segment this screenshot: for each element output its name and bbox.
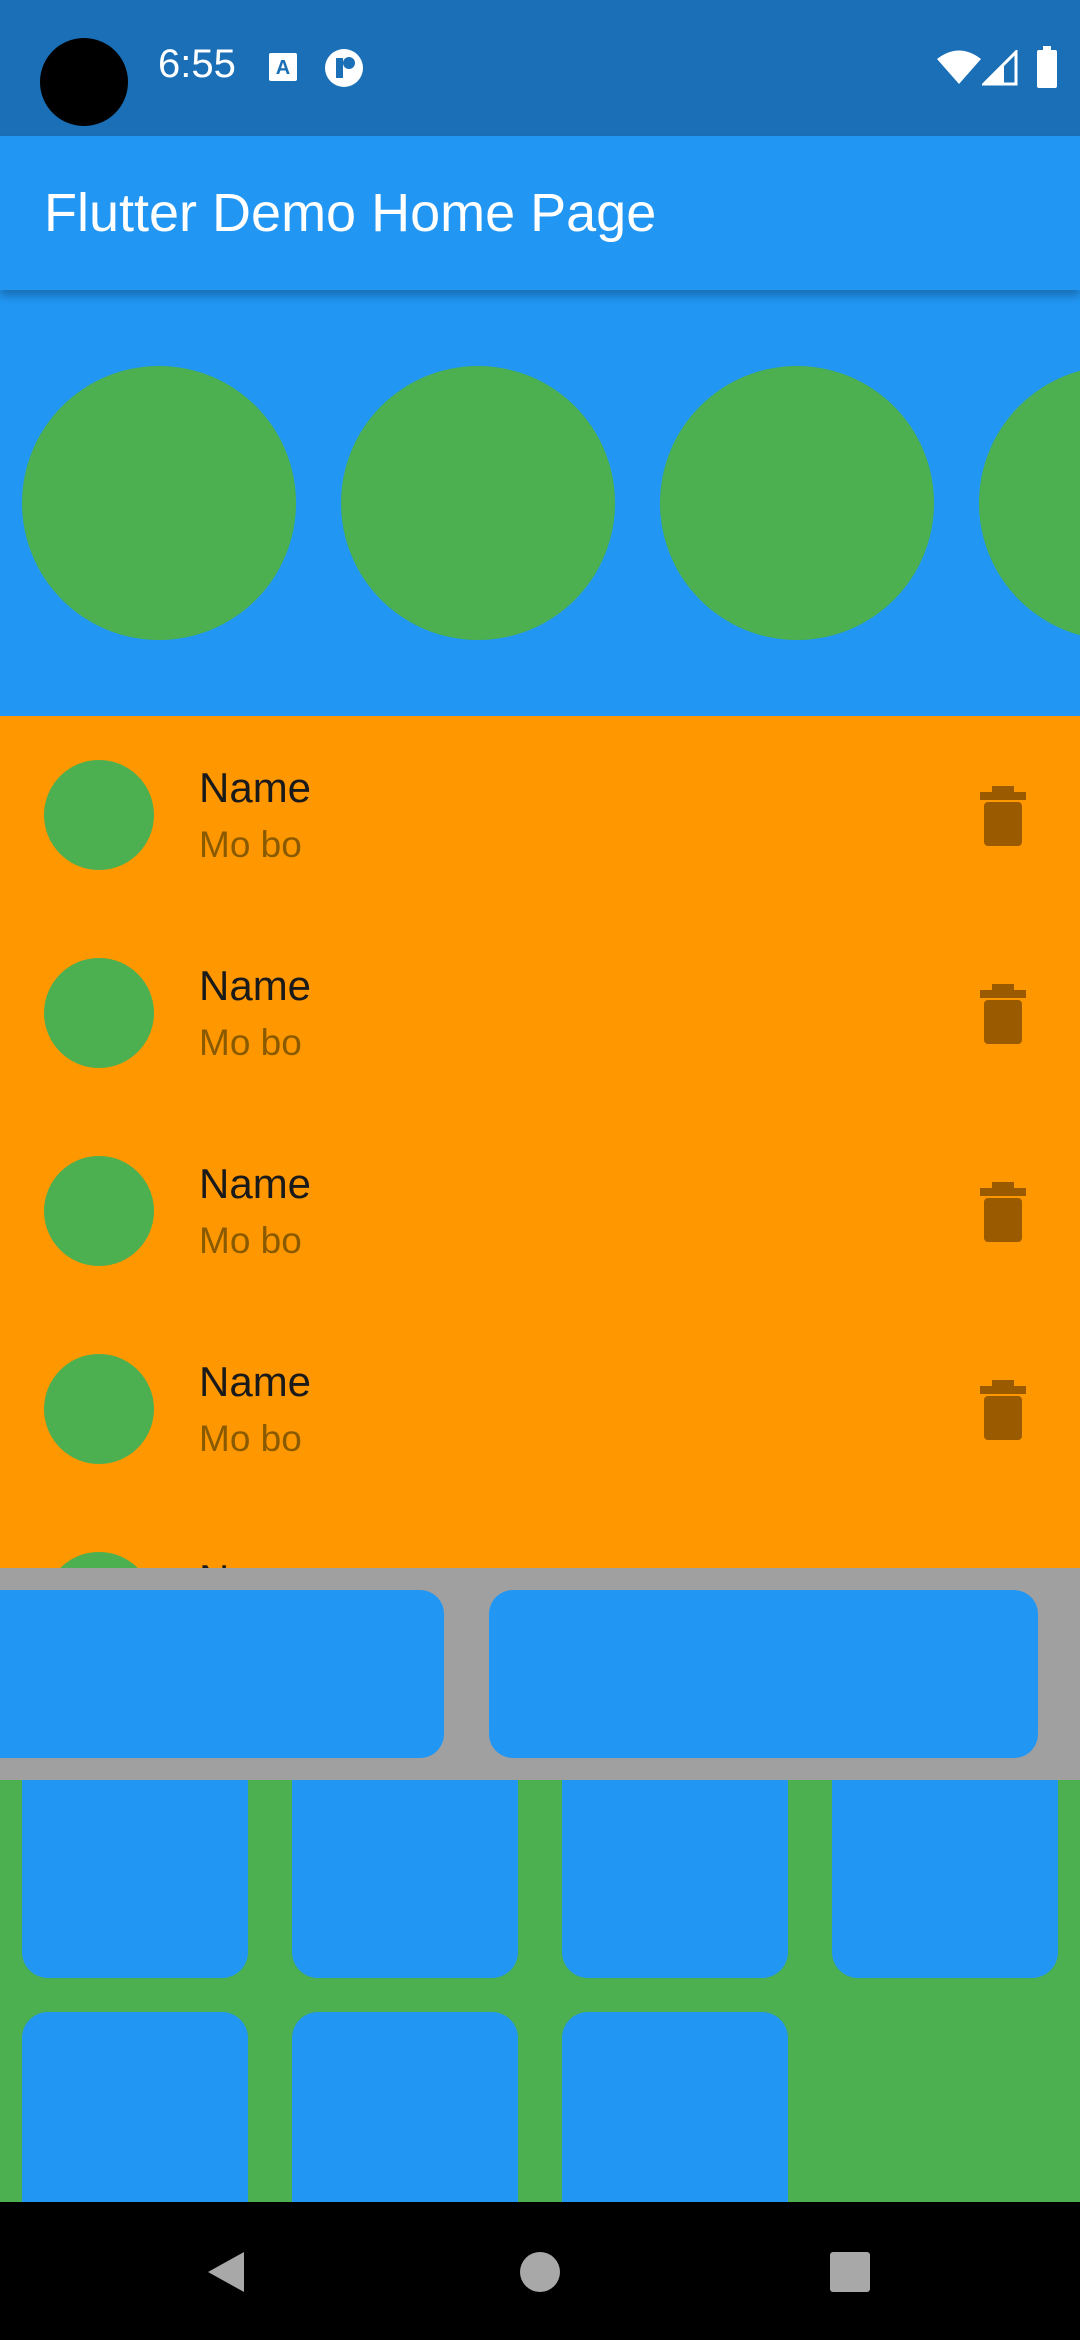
grid-tile[interactable] xyxy=(22,2012,248,2202)
carousel-circle[interactable] xyxy=(341,366,615,640)
avatar xyxy=(44,1156,154,1266)
list-item[interactable]: Name Mo bo xyxy=(0,1112,1080,1310)
list-item[interactable]: Name Mo bo xyxy=(0,914,1080,1112)
grid-tile[interactable] xyxy=(22,1780,248,1978)
camera-cutout xyxy=(40,38,128,126)
list-item[interactable]: Name Mo bo xyxy=(0,716,1080,914)
circle-carousel[interactable] xyxy=(0,290,1080,716)
item-title: Name xyxy=(199,962,312,1009)
list-item[interactable]: Name xyxy=(0,1508,1080,1568)
action-button[interactable] xyxy=(0,1590,444,1758)
action-button[interactable] xyxy=(489,1590,1038,1758)
item-title: Name xyxy=(199,1160,312,1207)
page-title: Flutter Demo Home Page xyxy=(44,183,657,243)
item-subtitle: Mo bo xyxy=(199,1220,302,1261)
avatar xyxy=(44,1354,154,1464)
item-subtitle: Mo bo xyxy=(199,1022,302,1063)
back-icon[interactable] xyxy=(166,2204,286,2340)
grid-tile[interactable] xyxy=(562,1780,788,1978)
delete-icon[interactable] xyxy=(978,984,1028,1044)
grid-tile[interactable] xyxy=(292,2012,518,2202)
wifi-icon xyxy=(937,50,981,84)
accessibility-a-icon: A xyxy=(269,53,297,81)
carousel-circle[interactable] xyxy=(22,366,296,640)
status-bar: 6:55 A xyxy=(0,0,1080,136)
grid-tile[interactable] xyxy=(832,1780,1058,1978)
recents-icon[interactable] xyxy=(790,2204,910,2340)
delete-icon[interactable] xyxy=(978,1182,1028,1242)
item-title: Name xyxy=(199,1556,311,1568)
grid-tile[interactable] xyxy=(292,1780,518,1978)
item-title: Name xyxy=(199,764,312,811)
delete-icon[interactable] xyxy=(978,786,1028,846)
system-nav-bar xyxy=(0,2204,1080,2340)
battery-icon xyxy=(1037,46,1057,88)
button-bar xyxy=(0,1568,1080,1780)
status-time: 6:55 xyxy=(158,42,236,86)
home-icon[interactable] xyxy=(480,2204,600,2340)
avatar xyxy=(44,1552,154,1568)
avatar xyxy=(44,760,154,870)
app-notification-icon xyxy=(325,49,363,87)
item-subtitle: Mo bo xyxy=(199,1418,302,1459)
item-subtitle: Mo bo xyxy=(199,824,302,865)
grid-tile[interactable] xyxy=(562,2012,788,2202)
avatar xyxy=(44,958,154,1068)
tile-grid xyxy=(0,1780,1080,2202)
list-item[interactable]: Name Mo bo xyxy=(0,1310,1080,1508)
item-title: Name xyxy=(199,1358,312,1405)
item-list[interactable]: Name Mo bo Name Mo bo Name Mo bo Name Mo… xyxy=(0,716,1080,1568)
cellular-signal-icon xyxy=(982,50,1018,86)
delete-icon[interactable] xyxy=(978,1380,1028,1440)
carousel-circle[interactable] xyxy=(979,366,1080,640)
svg-text:A: A xyxy=(276,57,290,79)
carousel-circle[interactable] xyxy=(660,366,934,640)
app-bar: Flutter Demo Home Page xyxy=(0,136,1080,290)
